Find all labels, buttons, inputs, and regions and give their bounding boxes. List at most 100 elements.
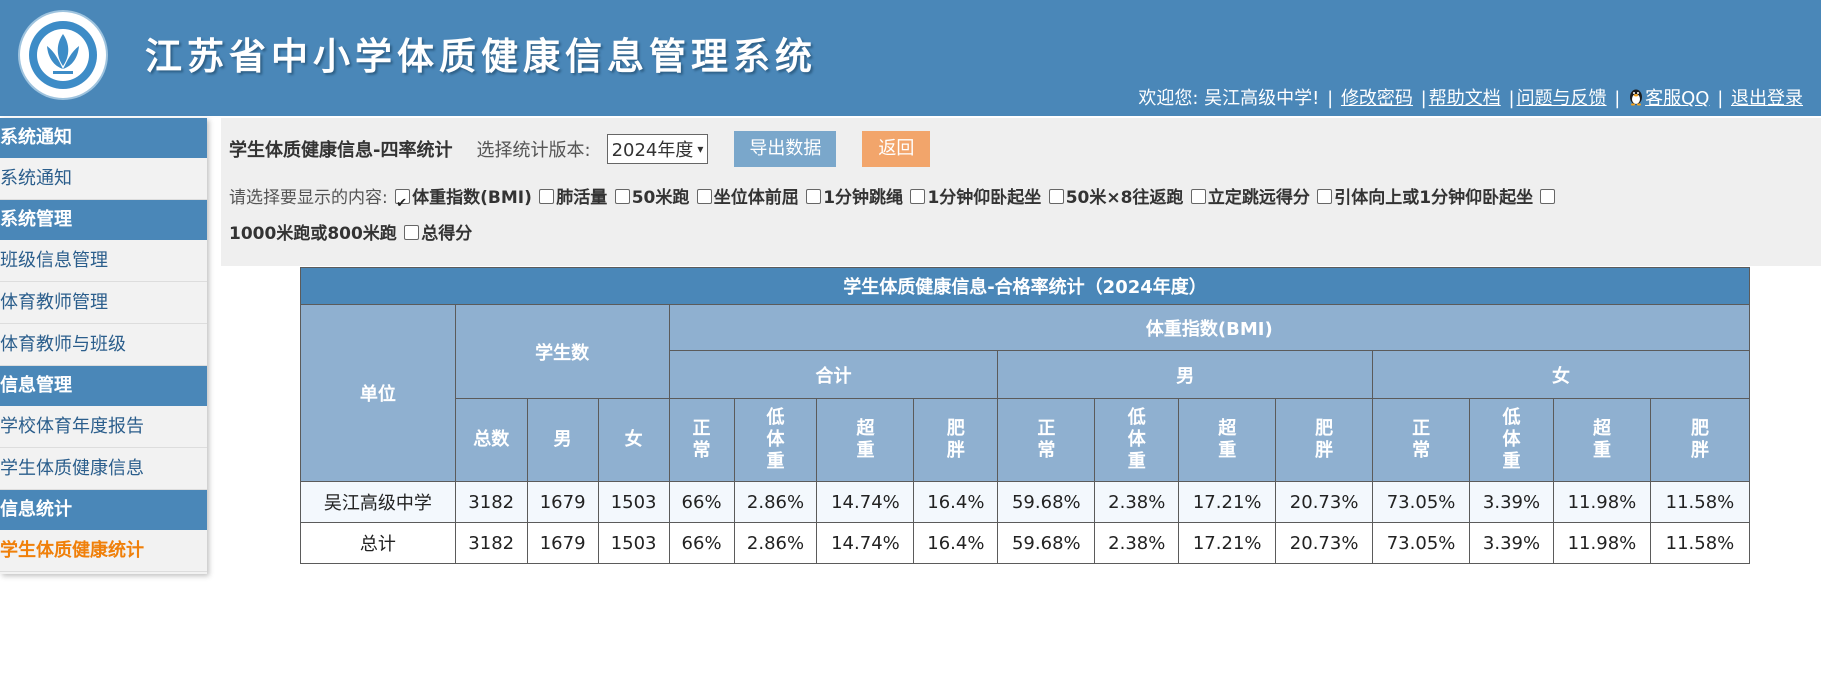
col-normal: 正常 [1412,418,1431,461]
user-bar: 欢迎您: 吴江高级中学! | 修改密码 | 帮助文档 | 问题与反馈 | 客服QQ … [1138,88,1803,109]
table-cell: 3.39% [1469,481,1554,523]
qq-penguin-icon [1630,89,1643,106]
table-cell: 66% [668,481,735,523]
option-label: 体重指数(BMI) [412,188,532,208]
table-cell: 16.4% [913,522,999,564]
checkbox-bmi[interactable] [395,186,411,222]
logout-link[interactable]: 退出登录 [1731,88,1803,109]
col-overweight: 超重 [1218,418,1237,461]
table-cell: 1679 [526,522,599,564]
page-title: 学生体质健康信息-四率统计 [229,140,453,161]
sidebar-item-class-info[interactable]: 班级信息管理 [0,240,207,282]
display-options: 请选择要显示的内容: 体重指数(BMI) 肺活量 50米跑 坐位体前屈 1分钟跳… [229,180,1709,252]
table-cell: 1679 [526,481,599,523]
service-qq-link[interactable]: 客服QQ [1628,88,1709,109]
feedback-link[interactable]: 问题与反馈 [1517,88,1607,109]
table-cell: 14.74% [816,522,915,564]
group-male-header: 男 [997,350,1374,399]
option-label: 总得分 [421,224,473,244]
col-obese: 肥胖 [1315,418,1334,461]
table-cell: 17.21% [1178,481,1277,523]
unit-header: 单位 [300,304,456,482]
col-underweight: 低体重 [766,407,785,472]
option-label: 立定跳远得分 [1207,188,1310,208]
change-password-link[interactable]: 修改密码 [1341,88,1413,109]
table-cell: 1503 [597,481,670,523]
option-label: 肺活量 [556,188,608,208]
table-row: 总计 3182 1679 1503 66% 2.86% 14.74% 16.4%… [300,522,1751,564]
table-cell: 11.98% [1552,481,1651,523]
version-select-value: 2024年度 [611,140,694,161]
help-doc-link[interactable]: 帮助文档 [1429,88,1501,109]
sidebar-item-pe-teacher[interactable]: 体育教师管理 [0,282,207,324]
table-cell: 11.98% [1552,522,1651,564]
table-cell: 1503 [597,522,670,564]
col-underweight: 低体重 [1502,407,1521,472]
table-cell: 11.58% [1649,522,1751,564]
toolbar: 学生体质健康信息-四率统计 选择统计版本: 2024年度 ▾ 导出数据 返回 请… [221,118,1821,266]
col-normal: 正常 [692,418,711,461]
display-label: 请选择要显示的内容: [229,188,388,208]
sidebar-group-system: 系统管理 [0,200,207,240]
table-cell: 2.38% [1094,522,1180,564]
checkbox-rope-skip[interactable] [806,189,822,204]
app-header: 江苏省中小学体质健康信息管理系统 欢迎您: 吴江高级中学! | 修改密码 | 帮助… [0,0,1821,116]
table-cell: 59.68% [997,481,1096,523]
checkbox-vital-capacity[interactable] [539,189,555,204]
checkbox-shuttle-run[interactable] [1048,189,1064,204]
sidebar-item-teacher-class[interactable]: 体育教师与班级 [0,324,207,366]
option-label: 1000米跑或800米跑 [229,224,397,244]
table-cell: 59.68% [997,522,1096,564]
table-cell: 66% [668,522,735,564]
col-male-count: 男 [526,398,599,482]
sidebar-item-health-stats[interactable]: 学生体质健康统计 [0,530,207,572]
checkbox-sit-reach[interactable] [696,189,712,204]
col-obese: 肥胖 [946,418,965,461]
table-cell: 16.4% [913,481,999,523]
option-label: 坐位体前屈 [713,188,799,208]
checkbox-50m-run[interactable] [614,189,630,204]
sidebar-group-stats: 信息统计 [0,490,207,530]
group-female-header: 女 [1372,350,1750,399]
sidebar-item-annual-report[interactable]: 学校体育年度报告 [0,406,207,448]
option-label: 50米跑 [631,188,690,208]
checkbox-long-jump[interactable] [1190,189,1206,204]
checkbox-pullups[interactable] [1317,189,1333,204]
checkbox-total-score[interactable] [404,225,420,240]
table-cell: 2.86% [733,481,818,523]
table-cell: 11.58% [1649,481,1751,523]
chevron-down-icon: ▾ [697,142,704,156]
group-total-header: 合计 [668,350,999,399]
logo-icon [20,12,106,98]
welcome-text: 欢迎您: 吴江高级中学! [1138,88,1320,109]
table-cell: 14.74% [816,481,915,523]
sidebar-group-info: 信息管理 [0,366,207,406]
stats-table: 学生体质健康信息-合格率统计（2024年度） 单位 学生数 体重指数(BMI) … [300,267,1751,564]
table-cell: 17.21% [1178,522,1277,564]
row-unit: 吴江高级中学 [300,481,456,523]
version-label: 选择统计版本: [476,140,591,161]
bmi-header: 体重指数(BMI) [668,304,1751,351]
table-caption: 学生体质健康信息-合格率统计（2024年度） [300,267,1750,305]
option-label: 50米×8往返跑 [1065,188,1184,208]
option-label: 1分钟仰卧起坐 [927,188,1042,208]
version-select[interactable]: 2024年度 ▾ [606,134,709,164]
sidebar-item-health-info[interactable]: 学生体质健康信息 [0,448,207,490]
col-total-count: 总数 [454,398,528,482]
col-female-count: 女 [597,398,670,482]
table-cell: 2.86% [733,522,818,564]
service-qq-label: 客服QQ [1645,88,1710,109]
checkbox-distance-run[interactable] [1540,189,1556,204]
row-unit: 总计 [300,522,456,564]
app-title: 江苏省中小学体质健康信息管理系统 [145,35,817,78]
sidebar-group-notice: 系统通知 [0,118,207,158]
sidebar-item-notice[interactable]: 系统通知 [0,158,207,200]
table-cell: 2.38% [1094,481,1180,523]
export-button[interactable]: 导出数据 [734,131,837,167]
checkbox-situps[interactable] [910,189,926,204]
table-cell: 20.73% [1275,481,1374,523]
table-cell: 73.05% [1372,481,1471,523]
back-button[interactable]: 返回 [862,131,931,167]
col-overweight: 超重 [1592,418,1611,461]
table-cell: 3182 [454,522,528,564]
